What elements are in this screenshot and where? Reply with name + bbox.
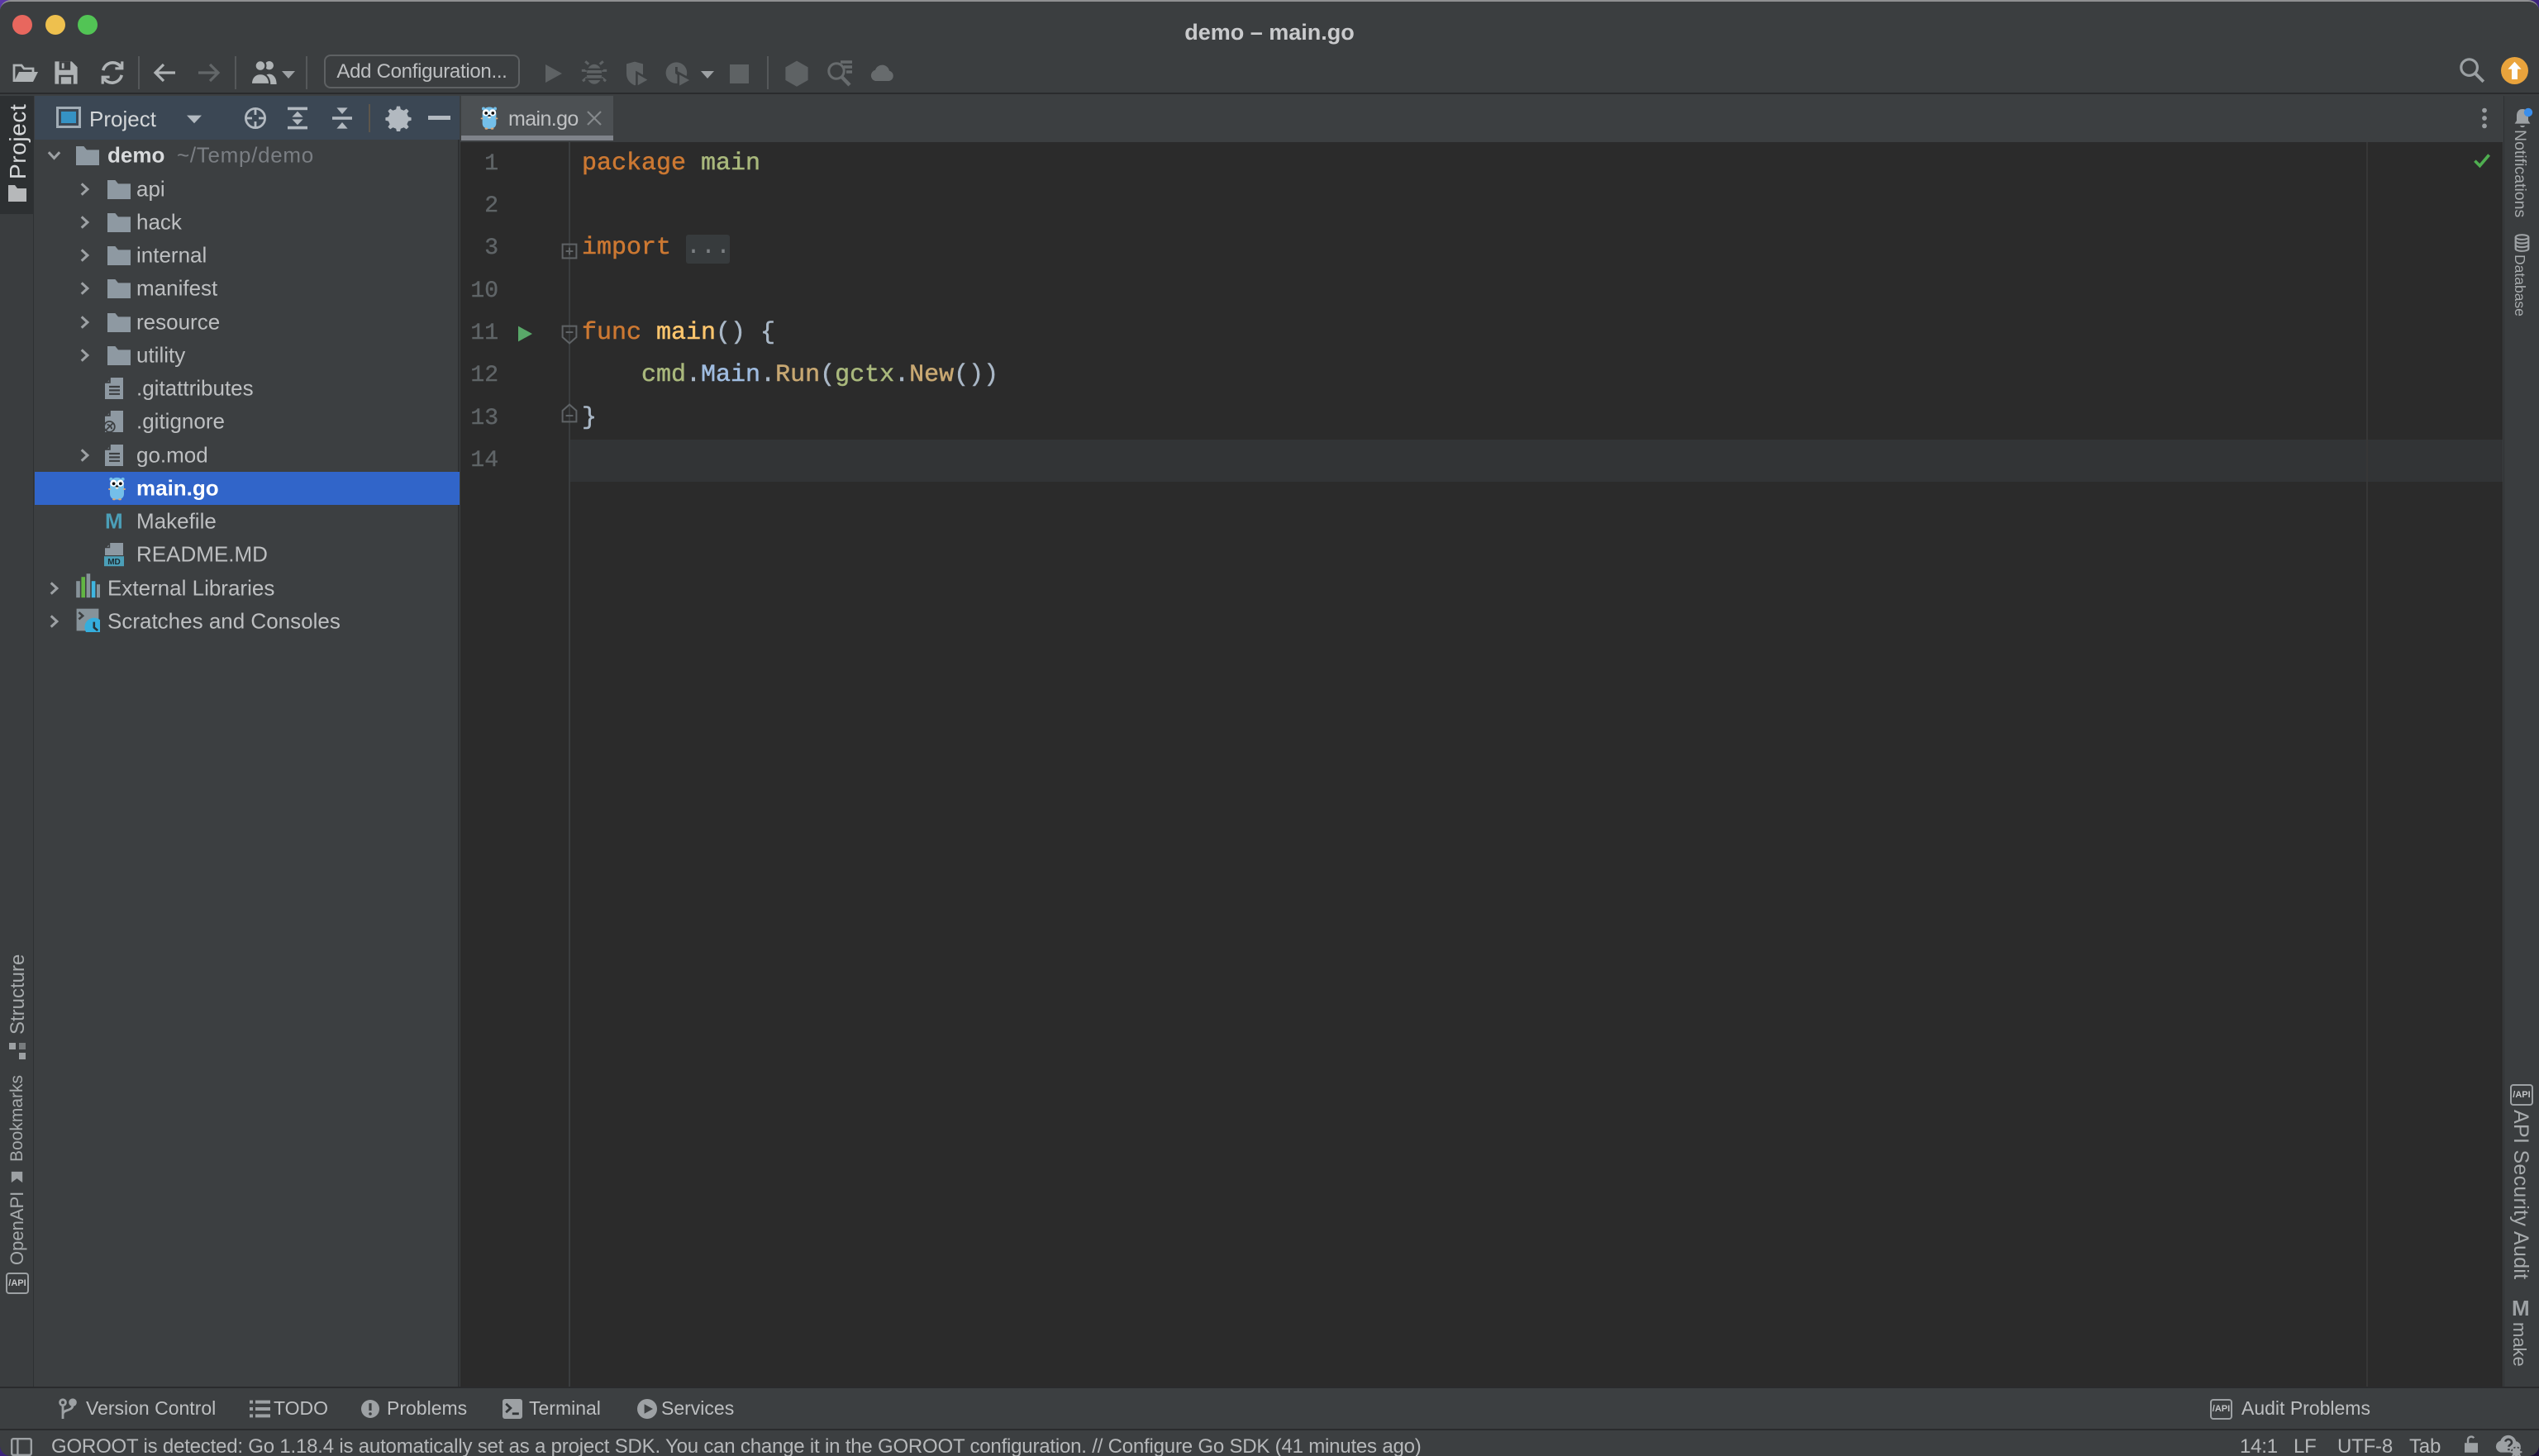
svg-text:MD: MD bbox=[107, 558, 121, 567]
